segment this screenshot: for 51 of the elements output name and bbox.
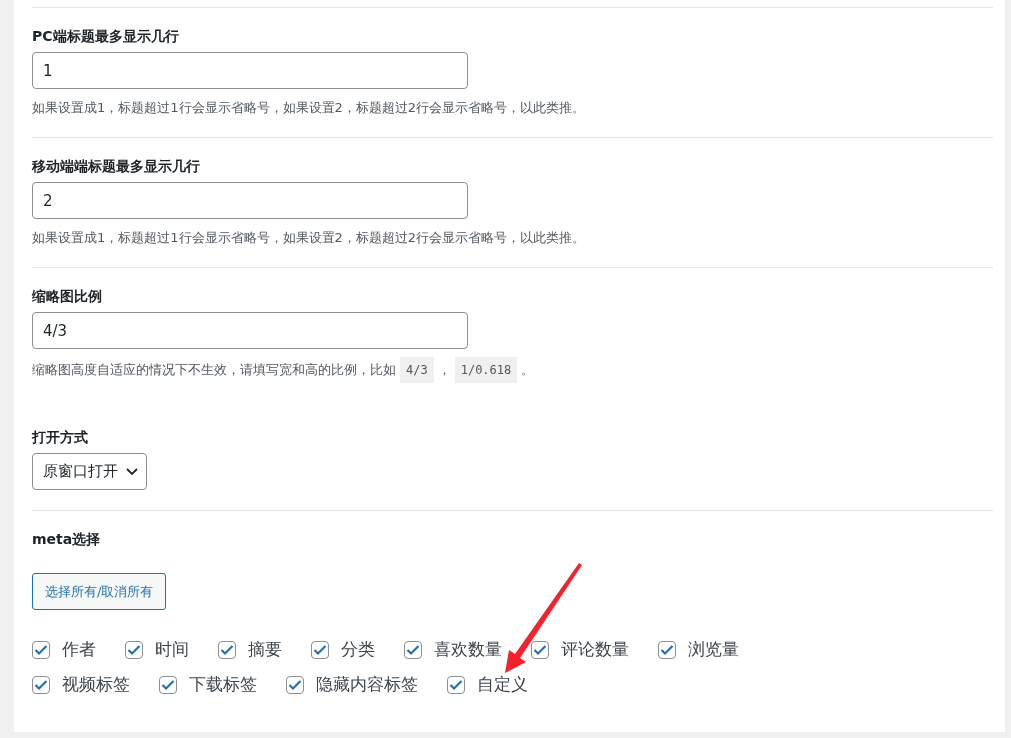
- check-icon: [34, 643, 48, 656]
- checkbox-label: 作者: [62, 638, 96, 661]
- checkbox-label: 摘要: [248, 638, 282, 661]
- check-icon: [533, 643, 547, 656]
- checkbox-label: 喜欢数量: [434, 638, 502, 661]
- checkbox[interactable]: [218, 640, 236, 659]
- check-icon: [288, 678, 302, 691]
- checkbox[interactable]: [32, 675, 50, 694]
- checkbox-label: 评论数量: [561, 638, 629, 661]
- help-text: 。: [521, 361, 535, 379]
- code-snippet: 1/0.618: [454, 357, 518, 383]
- checkbox[interactable]: [286, 675, 304, 694]
- check-icon: [127, 643, 141, 656]
- checkbox[interactable]: [311, 640, 329, 659]
- check-icon: [406, 643, 420, 656]
- field-label: 打开方式: [32, 429, 88, 447]
- check-icon: [220, 643, 234, 656]
- check-icon: [161, 678, 175, 691]
- checkbox-label: 浏览量: [688, 638, 739, 661]
- checkbox-label: 时间: [155, 638, 189, 661]
- help-text: 缩略图高度自适应的情况下不生效，请填写宽和高的比例，比如: [32, 361, 396, 379]
- checkbox[interactable]: [658, 640, 676, 659]
- select-dropdown[interactable]: 原窗口打开: [32, 453, 147, 490]
- check-icon: [313, 643, 327, 656]
- code-snippet: 4/3: [400, 357, 434, 383]
- checkbox[interactable]: [32, 640, 50, 659]
- checkbox[interactable]: [447, 675, 465, 694]
- field-label: 缩略图比例: [32, 288, 102, 306]
- check-icon: [660, 643, 674, 656]
- field-label: meta选择: [32, 531, 101, 549]
- select-all-button[interactable]: 选择所有/取消所有: [32, 573, 167, 610]
- help-text: 如果设置成1，标题超过1行会显示省略号，如果设置2，标题超过2行会显示省略号，以此类推。: [32, 229, 586, 247]
- checkbox-label: 分类: [341, 638, 375, 661]
- checkbox[interactable]: [404, 640, 422, 659]
- check-icon: [34, 678, 48, 691]
- text-input[interactable]: 2: [32, 182, 468, 219]
- text-input[interactable]: 4/3: [32, 312, 468, 349]
- checkbox[interactable]: [125, 640, 143, 659]
- field-label: PC端标题最多显示几行: [32, 28, 179, 46]
- checkbox-label: 视频标签: [62, 673, 130, 696]
- checkbox-label: 隐藏内容标签: [316, 673, 418, 696]
- text-input[interactable]: 1: [32, 52, 468, 89]
- chevron-down-icon: [126, 467, 138, 476]
- checkbox[interactable]: [159, 675, 177, 694]
- help-text: ，: [437, 361, 451, 379]
- checkbox-label: 下载标签: [189, 673, 257, 696]
- checkbox-label: 自定义: [477, 673, 528, 696]
- field-label: 移动端端标题最多显示几行: [32, 158, 200, 176]
- checkbox[interactable]: [531, 640, 549, 659]
- check-icon: [449, 678, 463, 691]
- help-text: 如果设置成1，标题超过1行会显示省略号，如果设置2，标题超过2行会显示省略号，以此类推。: [32, 99, 586, 117]
